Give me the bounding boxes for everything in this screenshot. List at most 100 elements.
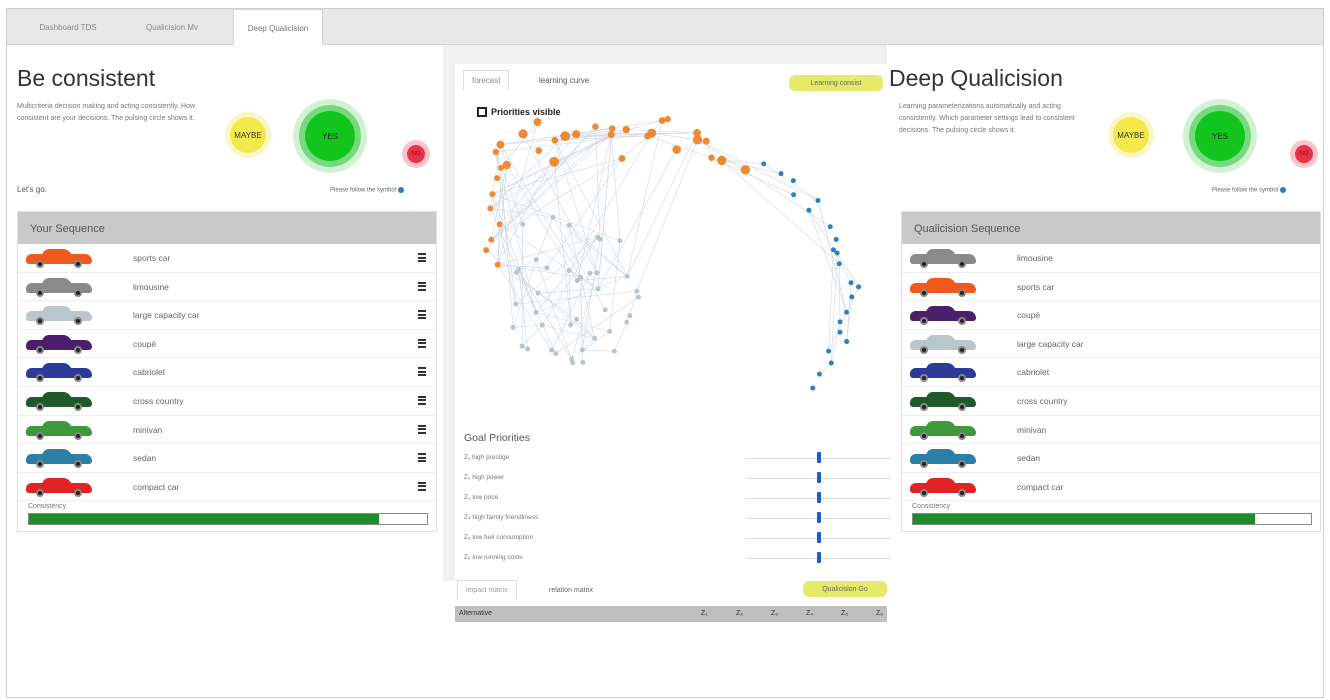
sequence-row[interactable]: large capacity car bbox=[18, 301, 436, 330]
sequence-row[interactable]: sedan bbox=[902, 444, 1320, 473]
graph-node[interactable] bbox=[497, 164, 504, 171]
graph-node[interactable] bbox=[525, 346, 531, 352]
graph-node[interactable] bbox=[791, 192, 797, 198]
graph-node[interactable] bbox=[856, 284, 862, 290]
graph-node[interactable] bbox=[570, 360, 576, 366]
graph-node[interactable] bbox=[635, 294, 641, 300]
graph-node[interactable] bbox=[535, 290, 541, 296]
sequence-row[interactable]: large capacity car bbox=[902, 330, 1320, 359]
graph-node[interactable] bbox=[592, 335, 598, 341]
graph-node[interactable] bbox=[827, 224, 833, 230]
sequence-row[interactable]: compact car bbox=[902, 473, 1320, 502]
graph-node[interactable] bbox=[533, 310, 539, 316]
graph-node[interactable] bbox=[627, 313, 633, 319]
graph-node[interactable] bbox=[717, 155, 727, 166]
graph-node[interactable] bbox=[611, 348, 617, 354]
tab-forecast[interactable]: forecast bbox=[463, 70, 510, 90]
graph-node[interactable] bbox=[844, 309, 850, 315]
graph-node[interactable] bbox=[607, 328, 613, 334]
graph-node[interactable] bbox=[597, 236, 603, 242]
graph-node[interactable] bbox=[535, 147, 543, 154]
priority-slider-handle[interactable] bbox=[817, 512, 821, 523]
sequence-row[interactable]: limousine bbox=[902, 244, 1320, 273]
priority-slider-handle[interactable] bbox=[817, 472, 821, 483]
graph-node[interactable] bbox=[488, 236, 495, 243]
graph-node[interactable] bbox=[519, 343, 525, 349]
graph-node[interactable] bbox=[494, 175, 501, 182]
graph-node[interactable] bbox=[624, 319, 630, 325]
sequence-row[interactable]: cross country bbox=[902, 387, 1320, 416]
graph-node[interactable] bbox=[837, 329, 843, 335]
graph-node[interactable] bbox=[761, 161, 767, 167]
sequence-row[interactable]: limousine bbox=[18, 273, 436, 302]
drag-handle-icon[interactable] bbox=[418, 453, 426, 463]
graph-node[interactable] bbox=[551, 136, 559, 144]
sequence-row[interactable]: cabriolet bbox=[18, 358, 436, 387]
graph-node[interactable] bbox=[647, 128, 657, 138]
tab-dashboard[interactable]: Dashboard TDS bbox=[23, 9, 113, 45]
graph-node[interactable] bbox=[494, 261, 501, 268]
graph-node[interactable] bbox=[544, 265, 550, 271]
graph-node[interactable] bbox=[836, 261, 842, 267]
graph-node[interactable] bbox=[848, 280, 854, 286]
priorities-toggle[interactable]: Priorities visible bbox=[477, 107, 561, 117]
graph-node[interactable] bbox=[844, 339, 850, 345]
graph-node[interactable] bbox=[778, 171, 784, 177]
graph-node[interactable] bbox=[496, 221, 503, 228]
graph-node[interactable] bbox=[549, 347, 555, 353]
graph-node[interactable] bbox=[580, 359, 586, 365]
graph-node[interactable] bbox=[489, 191, 496, 198]
graph-node[interactable] bbox=[624, 273, 630, 279]
graph-node[interactable] bbox=[496, 140, 505, 149]
graph-node[interactable] bbox=[607, 131, 615, 139]
graph-node[interactable] bbox=[618, 154, 626, 162]
drag-handle-icon[interactable] bbox=[418, 424, 426, 434]
graph-node[interactable] bbox=[634, 288, 640, 294]
graph-node[interactable] bbox=[828, 360, 834, 366]
graph-node[interactable] bbox=[579, 347, 585, 353]
tab-impact-matrix[interactable]: impact matrix bbox=[457, 580, 517, 600]
graph-node[interactable] bbox=[572, 130, 581, 139]
sequence-row[interactable]: compact car bbox=[18, 473, 436, 502]
graph-node[interactable] bbox=[602, 307, 608, 313]
graph-node[interactable] bbox=[550, 214, 556, 220]
graph-node[interactable] bbox=[533, 257, 539, 263]
graph-node[interactable] bbox=[810, 385, 816, 391]
graph-node[interactable] bbox=[553, 351, 559, 357]
tab-learning-curve[interactable]: learning curve bbox=[531, 70, 597, 90]
graph-node[interactable] bbox=[568, 322, 574, 328]
network-graph[interactable] bbox=[462, 94, 886, 424]
sequence-row[interactable]: sedan bbox=[18, 444, 436, 473]
graph-node[interactable] bbox=[510, 324, 516, 330]
priority-slider-handle[interactable] bbox=[817, 532, 821, 543]
priority-slider-handle[interactable] bbox=[817, 452, 821, 463]
graph-node[interactable] bbox=[658, 117, 666, 124]
graph-node[interactable] bbox=[834, 250, 840, 256]
graph-node[interactable] bbox=[592, 123, 599, 131]
drag-handle-icon[interactable] bbox=[418, 253, 426, 262]
graph-node[interactable] bbox=[492, 148, 500, 156]
drag-handle-icon[interactable] bbox=[418, 281, 426, 291]
graph-node[interactable] bbox=[708, 154, 715, 161]
graph-node[interactable] bbox=[664, 115, 671, 123]
priority-slider-handle[interactable] bbox=[817, 552, 821, 563]
graph-node[interactable] bbox=[487, 205, 494, 212]
sequence-row[interactable]: coupé bbox=[18, 330, 436, 359]
graph-node[interactable] bbox=[702, 137, 710, 145]
graph-node[interactable] bbox=[520, 221, 526, 227]
graph-node[interactable] bbox=[566, 268, 572, 274]
graph-node[interactable] bbox=[539, 322, 545, 328]
tab-qualicision[interactable]: Qualicision Mv bbox=[127, 9, 217, 45]
graph-node[interactable] bbox=[608, 125, 616, 132]
graph-node[interactable] bbox=[790, 178, 796, 184]
tab-relation-matrix[interactable]: relation matrix bbox=[541, 580, 601, 600]
graph-node[interactable] bbox=[672, 145, 681, 154]
drag-handle-icon[interactable] bbox=[418, 310, 426, 320]
drag-handle-icon[interactable] bbox=[418, 481, 426, 491]
drag-handle-icon[interactable] bbox=[418, 395, 426, 405]
graph-node[interactable] bbox=[560, 131, 571, 142]
learning-consist-button[interactable]: Learning consist bbox=[789, 75, 883, 91]
sequence-row[interactable]: sports car bbox=[902, 273, 1320, 302]
graph-node[interactable] bbox=[595, 286, 601, 292]
graph-node[interactable] bbox=[622, 125, 630, 134]
